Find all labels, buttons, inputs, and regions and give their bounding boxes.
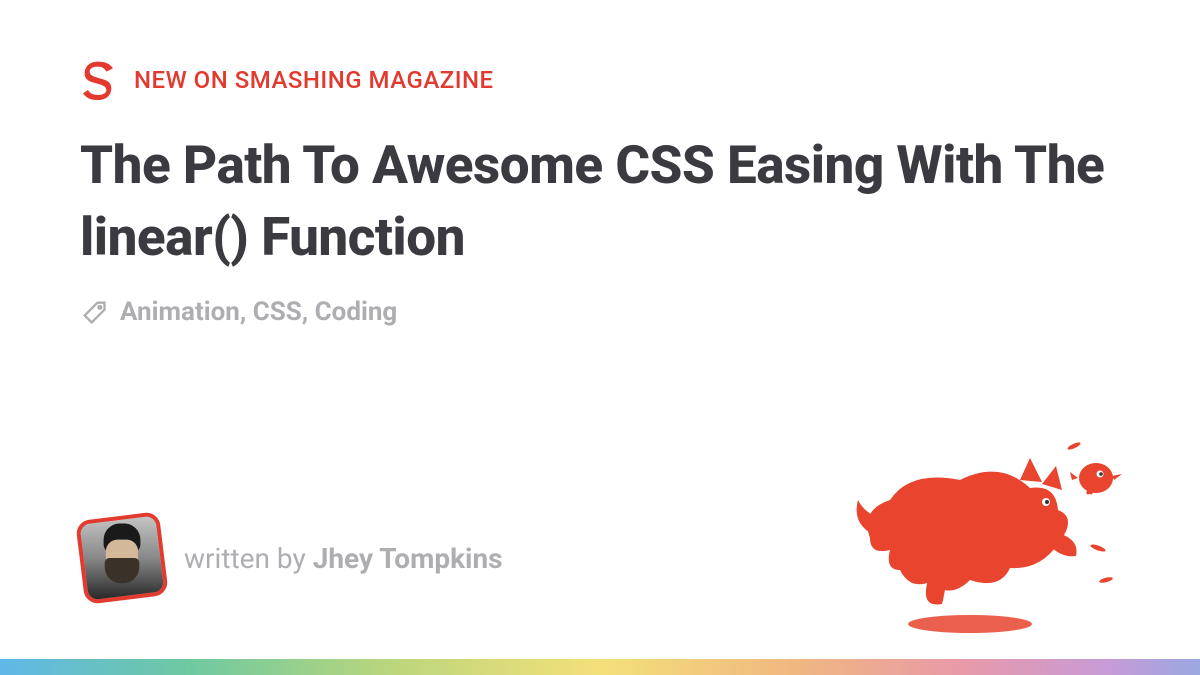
byline-prefix: written by bbox=[184, 542, 313, 575]
author-name: Jhey Tompkins bbox=[313, 542, 503, 575]
smashing-logo-icon bbox=[80, 60, 116, 100]
article-title: The Path To Awesome CSS Easing With The … bbox=[80, 130, 1120, 273]
byline-text: written by Jhey Tompkins bbox=[184, 542, 503, 575]
tag-icon bbox=[80, 298, 108, 326]
kicker-text: NEW ON SMASHING MAGAZINE bbox=[134, 66, 494, 94]
tags-row: Animation, CSS, Coding bbox=[80, 297, 1120, 327]
byline: written by Jhey Tompkins bbox=[80, 516, 503, 600]
header-kicker-row: NEW ON SMASHING MAGAZINE bbox=[80, 60, 1120, 100]
rainbow-footer-bar bbox=[0, 659, 1200, 675]
author-avatar bbox=[75, 511, 169, 605]
smashing-cat-mascot-icon bbox=[850, 440, 1150, 640]
tags-text: Animation, CSS, Coding bbox=[120, 297, 397, 327]
